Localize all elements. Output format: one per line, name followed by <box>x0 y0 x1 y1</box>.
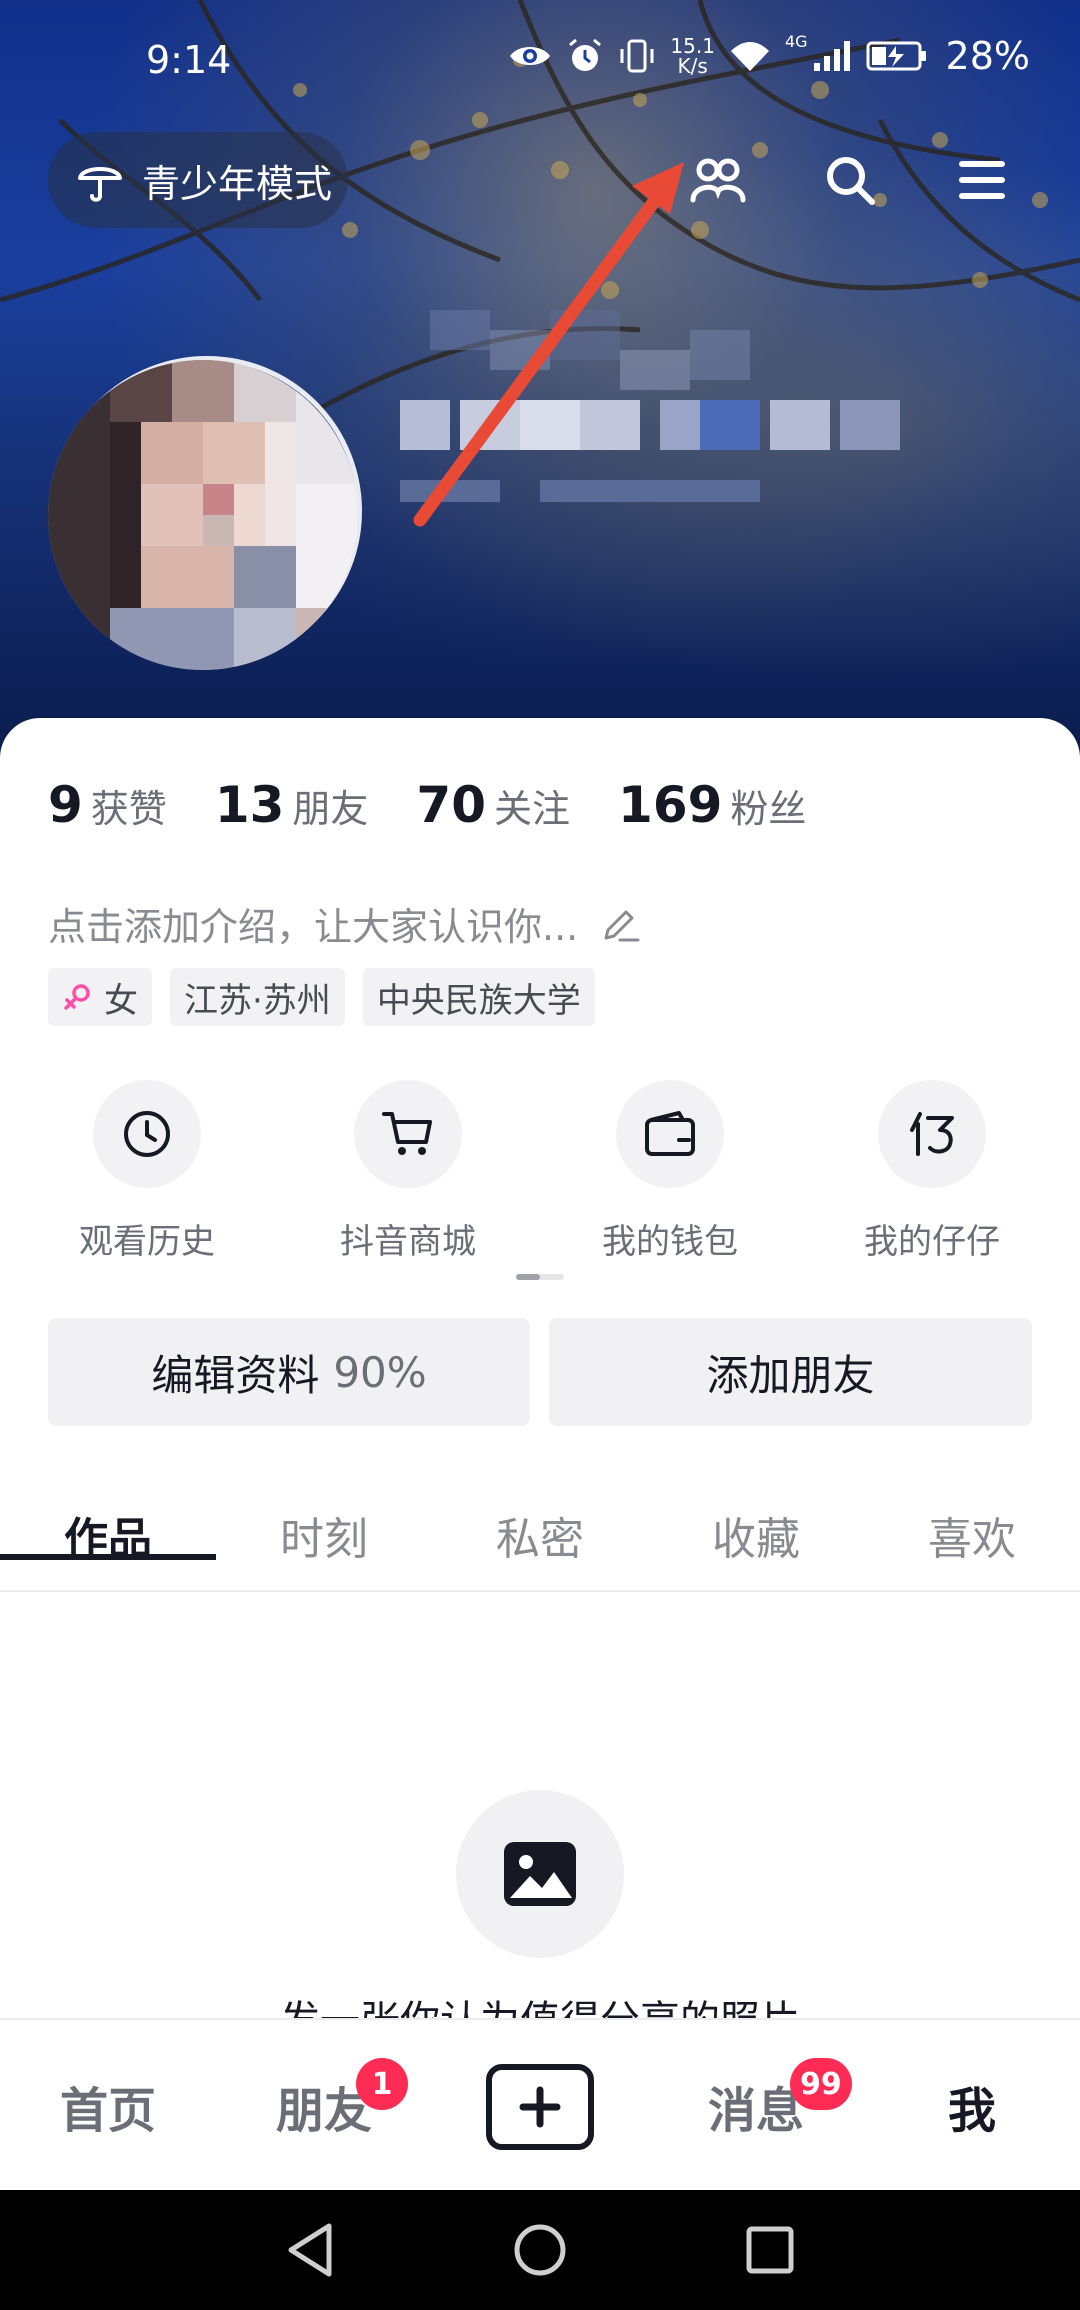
tag-location[interactable]: 江苏·苏州 <box>170 968 345 1026</box>
back-button[interactable] <box>280 2220 340 2280</box>
eye-icon <box>510 47 551 65</box>
stat-label: 获赞 <box>90 787 167 831</box>
status-time: 9:14 <box>146 38 232 82</box>
shortcut-row: 观看历史 抖音商城 我的钱包 我的仔仔 <box>0 1080 1080 1262</box>
stat-value: 9 <box>48 776 83 834</box>
tag-gender[interactable]: 女 <box>48 968 152 1026</box>
shortcut-watch-history[interactable]: 观看历史 <box>47 1080 247 1263</box>
recents-square-icon <box>746 2226 794 2274</box>
edit-profile-percent: 90% <box>333 1347 427 1397</box>
bottom-nav: 首页 朋友 1 消息 99 我 <box>0 2018 1080 2190</box>
teen-mode-button[interactable]: 青少年模式 <box>48 132 348 228</box>
network-type: 4G <box>784 32 808 51</box>
stat-followers[interactable]: 169 粉丝 <box>618 776 806 834</box>
shortcut-label: 观看历史 <box>79 1222 215 1262</box>
profile-tags: 女 江苏·苏州 中央民族大学 <box>48 968 595 1026</box>
alarm-icon <box>569 38 602 71</box>
stat-value: 70 <box>416 776 487 834</box>
shortcut-wallet[interactable]: 我的钱包 <box>570 1080 770 1263</box>
status-bar: 9:14 15.1 K/s 4G 28% <box>0 0 1080 120</box>
recents-button[interactable] <box>740 2220 800 2280</box>
umbrella-icon <box>76 156 124 204</box>
back-triangle-icon <box>288 2223 332 2277</box>
shortcut-label: 我的仔仔 <box>864 1222 1000 1262</box>
active-tab-indicator <box>0 1554 216 1560</box>
username-blurred <box>400 310 900 502</box>
profile-card: 9 获赞 13 朋友 70 关注 169 粉丝 点击添加介绍，让大家认识你...… <box>0 718 1080 2198</box>
tab-moments[interactable]: 时刻 <box>216 1478 432 1592</box>
plus-icon <box>519 2086 561 2128</box>
signal-icon <box>813 41 850 71</box>
search-icon[interactable] <box>820 150 880 210</box>
wallet-icon <box>616 1080 724 1188</box>
vibrate-icon <box>620 39 654 73</box>
nav-me[interactable]: 我 <box>864 2020 1080 2192</box>
edit-profile-button[interactable]: 编辑资料 90% <box>48 1318 530 1426</box>
stats-row: 9 获赞 13 朋友 70 关注 169 粉丝 <box>48 776 854 834</box>
system-nav-bar <box>0 2190 1080 2310</box>
stat-value: 169 <box>618 776 723 834</box>
net-speed-unit: K/s <box>677 54 708 78</box>
status-icons: 15.1 K/s 4G 28% <box>508 34 1030 78</box>
net-speed: 15.1 K/s <box>670 36 715 76</box>
net-speed-value: 15.1 <box>670 34 715 58</box>
stat-following[interactable]: 70 关注 <box>416 776 570 834</box>
upload-photo-button[interactable] <box>456 1790 624 1958</box>
profile-cover[interactable]: 9:14 15.1 K/s 4G 28% 青少年模式 <box>0 0 1080 760</box>
cart-icon <box>354 1080 462 1188</box>
stat-label: 关注 <box>494 787 571 831</box>
shortcut-page-indicator <box>516 1274 564 1280</box>
female-icon <box>62 982 92 1012</box>
bio-edit[interactable]: 点击添加介绍，让大家认识你... <box>48 896 642 951</box>
zaizai-icon <box>878 1080 986 1188</box>
tab-works[interactable]: 作品 <box>0 1478 216 1592</box>
tab-favorites[interactable]: 收藏 <box>648 1478 864 1592</box>
friends-badge: 1 <box>356 2058 408 2110</box>
tag-gender-label: 女 <box>104 980 138 1021</box>
home-circle-icon <box>514 2224 566 2276</box>
clock-icon <box>93 1080 201 1188</box>
shortcut-zaizai[interactable]: 我的仔仔 <box>832 1080 1032 1263</box>
tab-likes[interactable]: 喜欢 <box>864 1478 1080 1592</box>
bio-placeholder: 点击添加介绍，让大家认识你... <box>48 905 579 949</box>
friends-icon[interactable] <box>688 150 748 210</box>
stat-value: 13 <box>214 776 285 834</box>
home-button[interactable] <box>510 2220 570 2280</box>
nav-home[interactable]: 首页 <box>0 2020 216 2192</box>
stat-likes[interactable]: 9 获赞 <box>48 776 167 834</box>
nav-friends[interactable]: 朋友 <box>216 2020 432 2192</box>
stat-friends[interactable]: 13 朋友 <box>215 776 369 834</box>
edit-profile-label: 编辑资料 <box>151 1350 320 1400</box>
messages-badge: 99 <box>790 2058 852 2110</box>
shortcut-label: 我的钱包 <box>602 1222 738 1262</box>
stat-label: 朋友 <box>292 787 369 831</box>
tab-private[interactable]: 私密 <box>432 1478 648 1592</box>
wifi-icon <box>730 42 769 71</box>
battery-percent: 28% <box>945 34 1030 78</box>
teen-mode-label: 青少年模式 <box>142 161 333 206</box>
shortcut-label: 抖音商城 <box>340 1222 476 1262</box>
pencil-icon <box>604 910 640 941</box>
image-icon <box>504 1842 576 1906</box>
tag-school[interactable]: 中央民族大学 <box>362 968 595 1026</box>
menu-icon[interactable] <box>952 150 1012 210</box>
battery-icon <box>866 41 926 71</box>
content-tabs: 作品 时刻 私密 收藏 喜欢 <box>0 1478 1080 1592</box>
shortcut-mall[interactable]: 抖音商城 <box>308 1080 508 1263</box>
stat-label: 粉丝 <box>730 787 807 831</box>
add-friend-button[interactable]: 添加朋友 <box>549 1318 1032 1426</box>
avatar[interactable] <box>48 360 358 670</box>
create-button[interactable] <box>486 2064 594 2150</box>
